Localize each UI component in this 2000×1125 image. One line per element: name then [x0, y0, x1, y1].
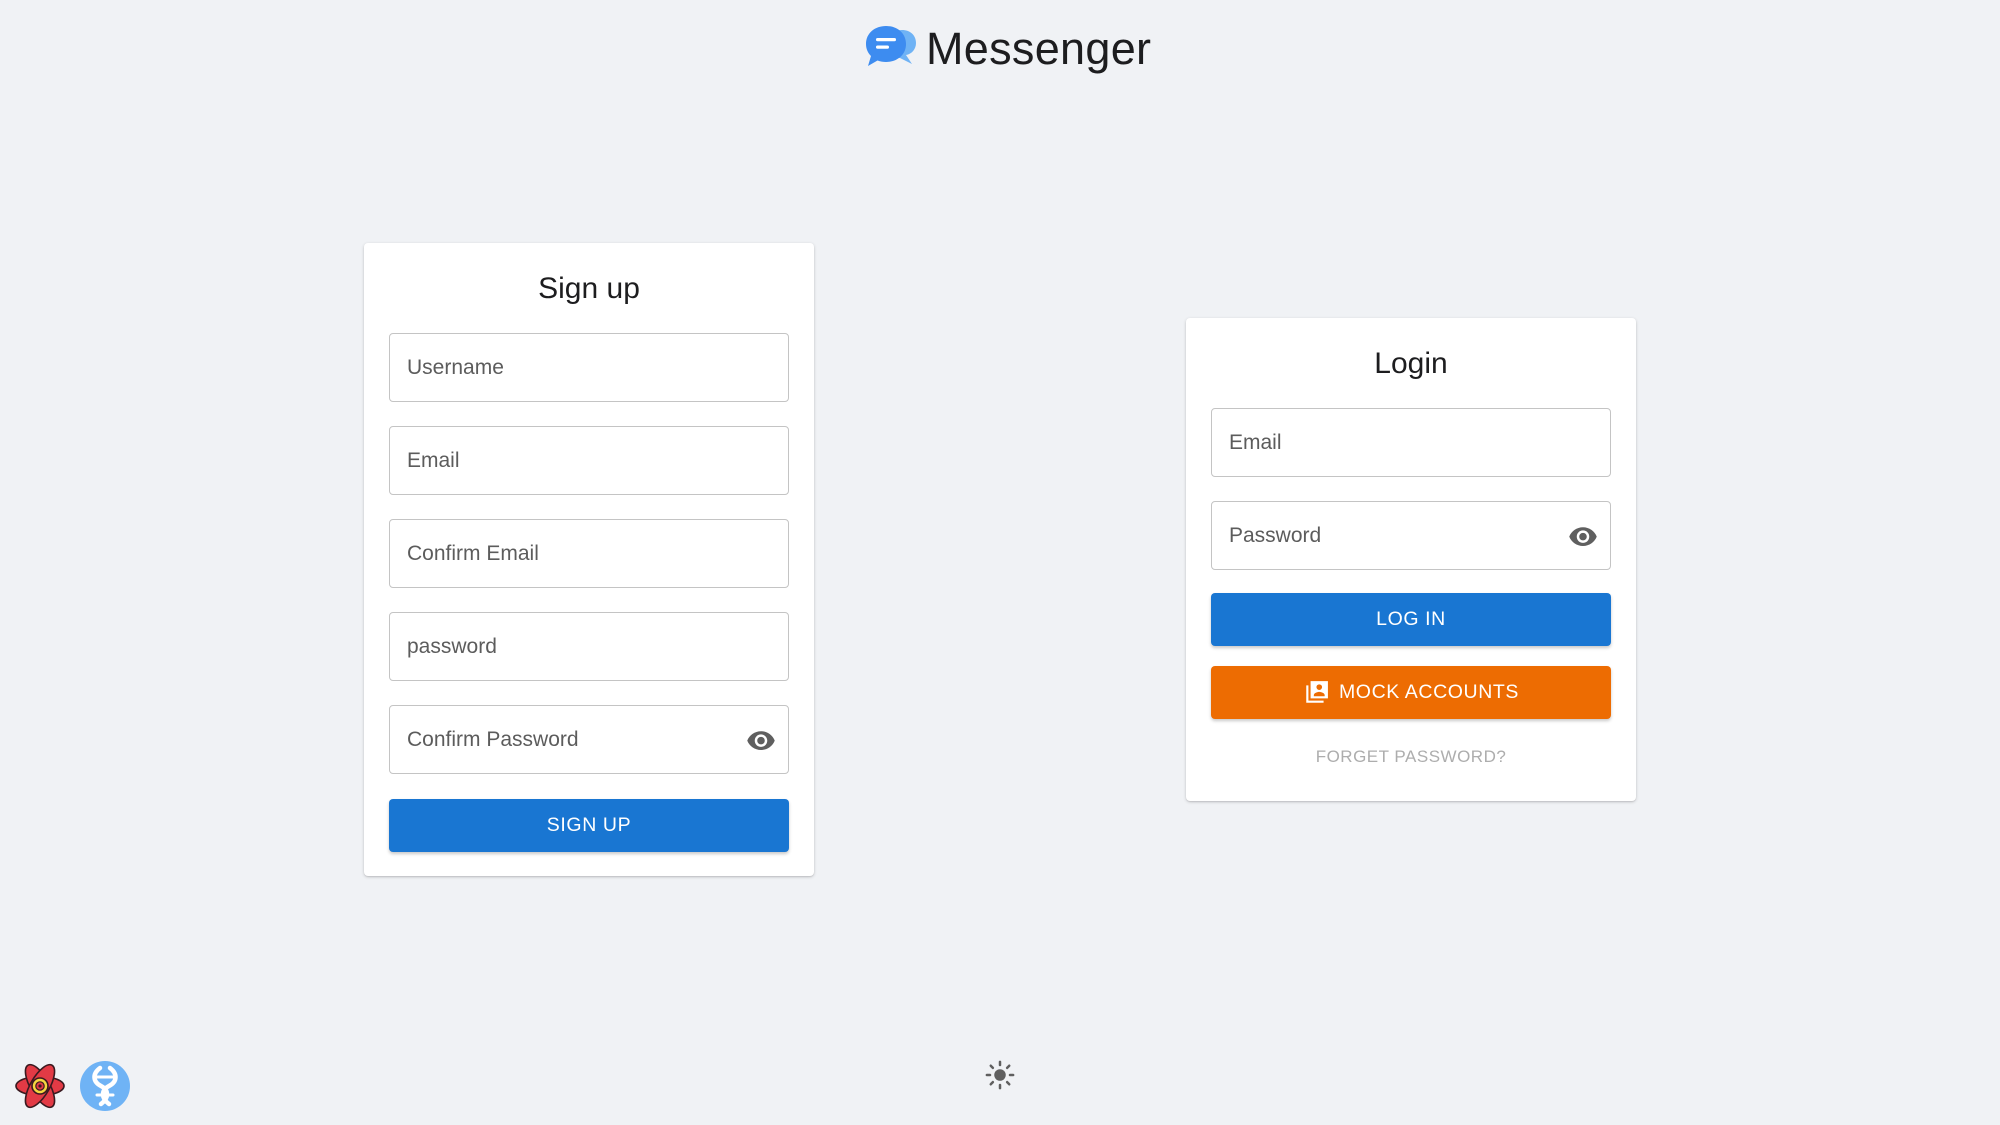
redux-devtools-icon[interactable] — [79, 1060, 131, 1112]
signup-confirm-email-field[interactable] — [389, 519, 789, 588]
eye-icon[interactable] — [746, 725, 776, 755]
login-password-input[interactable] — [1229, 515, 1559, 556]
login-email-field[interactable] — [1211, 408, 1611, 477]
signup-email-input[interactable] — [407, 440, 737, 481]
mock-accounts-button[interactable]: MOCK ACCOUNTS — [1211, 666, 1611, 719]
signup-username-field[interactable] — [389, 333, 789, 402]
signup-confirm-email-input[interactable] — [407, 533, 737, 574]
login-button-label: LOG IN — [1376, 608, 1446, 630]
signup-password-input[interactable] — [407, 626, 737, 667]
login-email-input[interactable] — [1229, 422, 1559, 463]
signup-card: Sign up SIGN UP — [364, 243, 814, 876]
mock-accounts-label: MOCK ACCOUNTS — [1338, 681, 1520, 703]
login-button[interactable]: LOG IN — [1211, 593, 1611, 646]
react-devtools-icon[interactable] — [14, 1060, 66, 1112]
contacts-book-icon — [1306, 680, 1328, 703]
signup-button[interactable]: SIGN UP — [389, 799, 789, 852]
login-card: Login LOG IN MOCK ACCOUNTS FORGET PASSWO… — [1186, 318, 1636, 801]
forgot-password-link[interactable]: FORGET PASSWORD? — [1211, 747, 1611, 767]
chat-bubbles-icon — [866, 26, 916, 66]
login-password-field[interactable] — [1211, 501, 1611, 570]
eye-icon[interactable] — [1568, 521, 1598, 551]
app-title: Messenger — [926, 23, 1152, 74]
signup-email-field[interactable] — [389, 426, 789, 495]
login-title: Login — [1374, 347, 1448, 380]
signup-confirm-password-field[interactable] — [389, 705, 789, 774]
signup-username-input[interactable] — [407, 347, 737, 388]
signup-password-field[interactable] — [389, 612, 789, 681]
signup-confirm-password-input[interactable] — [407, 719, 737, 760]
signup-button-label: SIGN UP — [546, 814, 632, 836]
signup-title: Sign up — [538, 272, 640, 305]
app-header: Messenger — [864, 24, 1151, 74]
sun-icon[interactable] — [985, 1060, 1015, 1090]
